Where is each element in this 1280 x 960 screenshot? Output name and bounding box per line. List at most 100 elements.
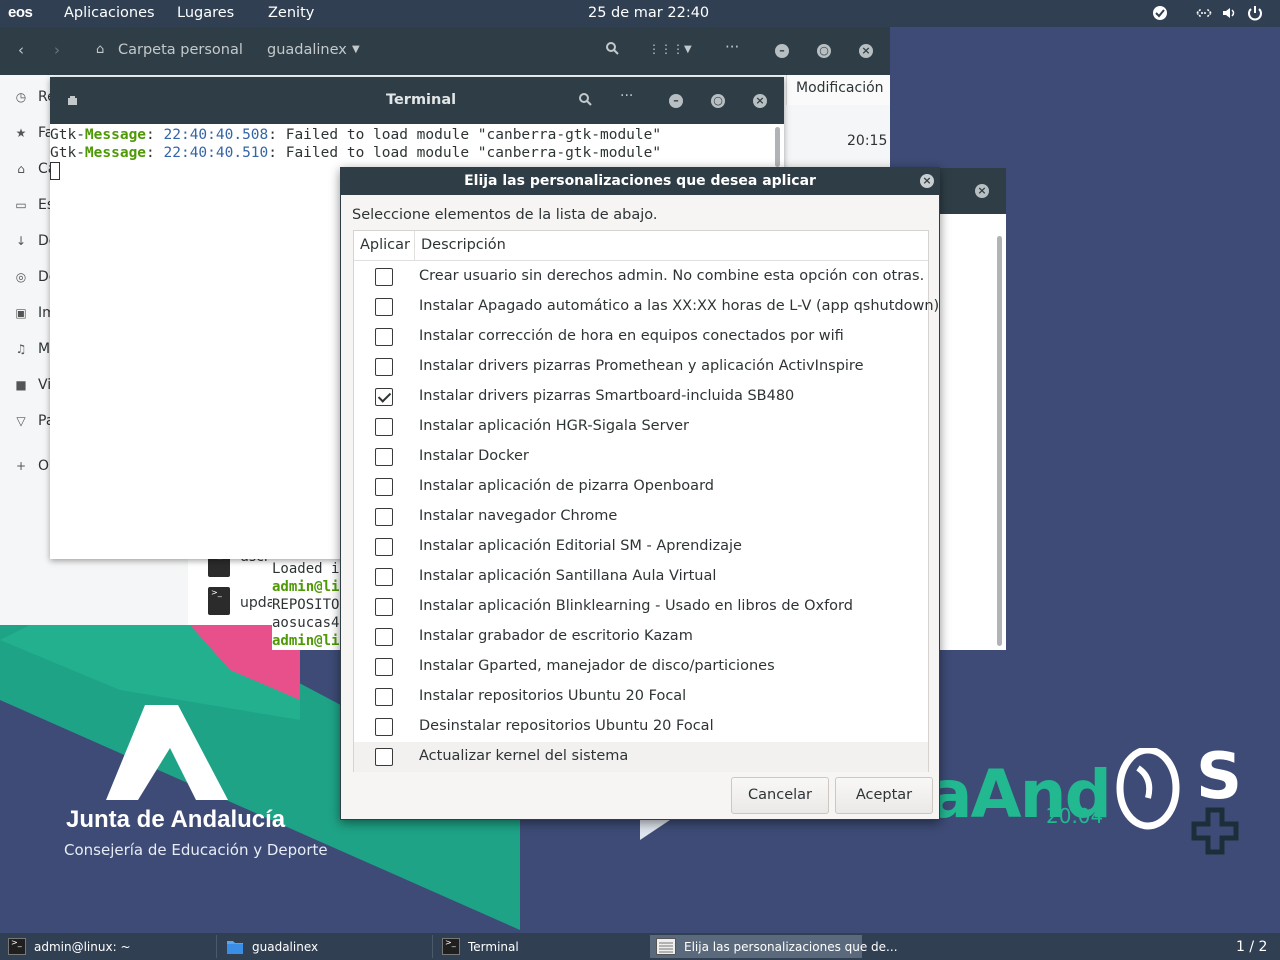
apply-checkbox[interactable] [375,508,393,526]
item-description: Instalar drivers pizarras Promethean y a… [419,358,864,374]
checklist-row[interactable]: Instalar Apagado automático a las XX:XX … [354,292,939,322]
checklist-row[interactable]: Instalar aplicación HGR-Sigala Server [354,412,928,442]
close-icon[interactable]: × [753,94,767,108]
column-header-description[interactable]: Descripción [421,237,506,253]
item-description: Crear usuario sin derechos admin. No com… [419,268,925,284]
music-icon: ♫ [15,342,27,356]
task-admin-terminal[interactable]: >_ admin@linux: ~ [0,935,214,958]
apply-checkbox[interactable] [375,328,393,346]
power-icon[interactable] [1246,4,1264,22]
accept-button[interactable]: Aceptar [835,777,933,814]
checklist-row[interactable]: Instalar Docker [354,442,928,472]
download-icon: ↓ [15,234,27,248]
checklist-row[interactable]: Actualizar kernel del sistema [354,742,928,772]
file-name[interactable]: upda [240,595,275,611]
column-header-modified[interactable]: Modificación [786,75,890,105]
cancel-button[interactable]: Cancelar [731,777,829,814]
search-icon[interactable] [578,92,592,110]
monitor-icon: ▭ [15,198,27,212]
checklist-row[interactable]: Instalar corrección de hora en equipos c… [354,322,928,352]
sidebar-item-music[interactable]: ♫ M [14,340,54,360]
more-icon[interactable]: ··· [725,38,739,56]
file-modified-time: 20:15 [847,133,888,149]
apply-checkbox[interactable] [375,448,393,466]
dialog-title: Elija las personalizaciones que desea ap… [464,173,816,189]
checklist-row[interactable]: Instalar navegador Chrome [354,502,928,532]
apply-checkbox[interactable] [375,628,393,646]
terminal-line: Loaded i [272,561,340,577]
apply-checkbox[interactable] [375,388,393,406]
apply-checkbox[interactable] [375,478,393,496]
sidebar-item-images[interactable]: ▣ Im [14,304,55,324]
chevron-down-icon[interactable]: ▼ [352,44,360,55]
network-icon[interactable] [1195,4,1213,22]
menu-aplicaciones[interactable]: Aplicaciones [64,5,155,21]
menu-zenity[interactable]: Zenity [268,5,314,21]
sidebar-item-documents[interactable]: ◎ De [14,268,58,288]
terminal-icon: >_ [8,938,26,955]
sidebar-item-favorites[interactable]: ★ Fa [14,124,54,144]
checklist-row[interactable]: Instalar aplicación Santillana Aula Virt… [354,562,928,592]
apply-checkbox[interactable] [375,658,393,676]
task-dialog[interactable]: Elija las personalizaciones que de... [650,935,898,958]
apply-checkbox[interactable] [375,568,393,586]
apply-checkbox[interactable] [375,688,393,706]
apply-checkbox[interactable] [375,358,393,376]
grid-view-icon[interactable]: ⋮⋮⋮ [648,42,684,56]
minimize-icon[interactable]: – [669,94,683,108]
maximize-icon[interactable]: ○ [711,94,725,108]
checklist-row[interactable]: Crear usuario sin derechos admin. No com… [354,262,928,292]
column-header-apply[interactable]: Aplicar [360,237,410,253]
sidebar-item-videos[interactable]: ■ Vi [14,376,54,396]
menu-lugares[interactable]: Lugares [177,5,234,21]
new-tab-icon[interactable] [66,94,79,111]
clock[interactable]: 25 de mar 22:40 [588,5,709,21]
workspace-switcher[interactable]: 1 / 2 [1236,939,1267,955]
sidebar-item-recent[interactable]: ◷ Re [14,88,56,108]
task-terminal[interactable]: >_ Terminal [434,935,646,958]
maximize-icon[interactable]: ○ [817,44,831,58]
view-options-chevron-icon[interactable]: ▼ [684,44,692,55]
scrollbar[interactable] [775,127,780,167]
close-icon[interactable]: × [975,184,989,198]
sidebar-item-other-locations[interactable]: + O [14,457,54,477]
checklist-row[interactable]: Instalar Gparted, manejador de disco/par… [354,652,928,682]
apply-checkbox[interactable] [375,748,393,766]
sidebar-item-home[interactable]: ⌂ Ca [14,160,56,180]
checklist-row[interactable]: Instalar aplicación de pizarra Openboard [354,472,928,502]
sidebar-item-trash[interactable]: ▽ Pa [14,412,54,432]
apply-checkbox[interactable] [375,418,393,436]
apply-checkbox[interactable] [375,598,393,616]
home-icon[interactable]: ⌂ [96,42,104,57]
minimize-icon[interactable]: – [775,44,789,58]
task-guadalinex[interactable]: guadalinex [218,935,430,958]
breadcrumb-home[interactable]: Carpeta personal [118,42,243,58]
sidebar-item-desktop[interactable]: ▭ Es [14,196,54,216]
checklist-row[interactable]: Instalar drivers pizarras Promethean y a… [354,352,928,382]
forward-icon[interactable]: › [54,41,60,59]
close-icon[interactable]: × [859,44,873,58]
sidebar-item-downloads[interactable]: ↓ De [14,232,57,252]
back-icon[interactable]: ‹ [18,41,24,59]
volume-icon[interactable] [1220,4,1238,22]
close-icon[interactable]: × [920,174,934,188]
search-icon[interactable] [605,41,619,59]
apply-checkbox[interactable] [375,268,393,286]
video-icon: ■ [15,378,27,392]
menu-icon[interactable]: ··· [620,88,633,104]
apply-checkbox[interactable] [375,718,393,736]
checklist-row[interactable]: Desinstalar repositorios Ubuntu 20 Focal [354,712,928,742]
apply-checkbox[interactable] [375,538,393,556]
checklist-row[interactable]: Instalar aplicación Blinklearning - Usad… [354,592,928,622]
apply-checkbox[interactable] [375,298,393,316]
checklist-row[interactable]: Instalar grabador de escritorio Kazam [354,622,928,652]
terminal-line: Gtk-Message: 22:40:40.508: Failed to loa… [50,127,662,143]
breadcrumb-current[interactable]: guadalinex [267,42,347,58]
scrollbar[interactable] [997,236,1002,646]
check-circle-icon[interactable] [1151,4,1169,22]
eos-logo[interactable]: eos [8,4,33,21]
checklist-row[interactable]: Instalar drivers pizarras Smartboard-inc… [354,382,928,412]
checklist-row[interactable]: Instalar repositorios Ubuntu 20 Focal [354,682,928,712]
checklist-row[interactable]: Instalar aplicación Editorial SM - Apren… [354,532,928,562]
junta-title: Junta de Andalucía [66,806,286,833]
